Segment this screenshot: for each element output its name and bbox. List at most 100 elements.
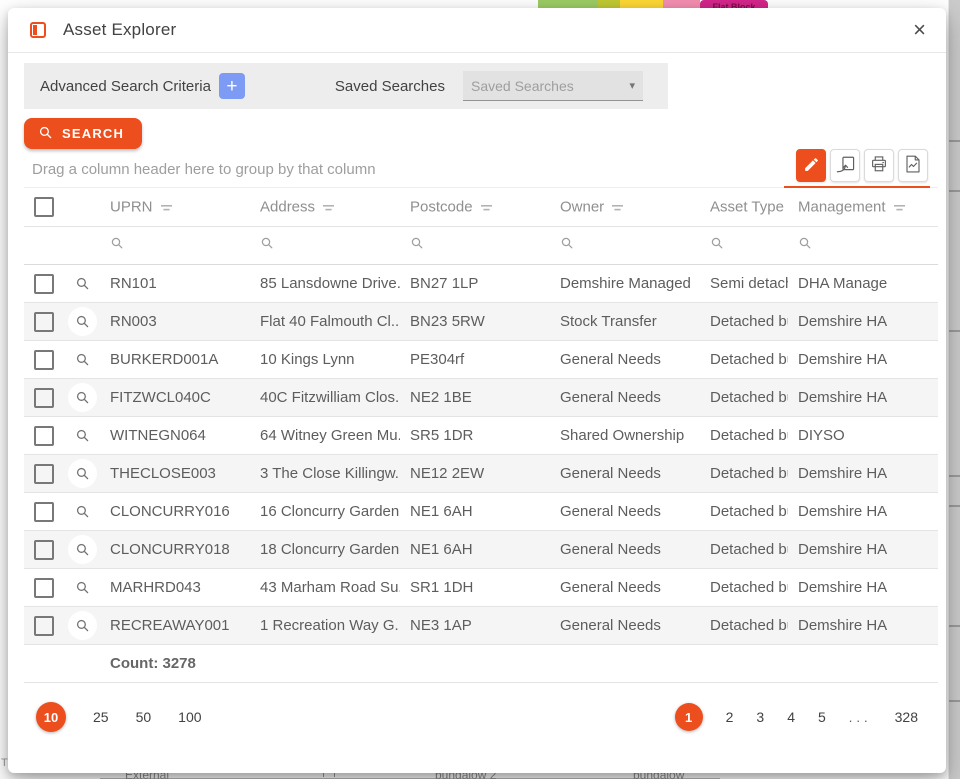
advanced-search-bar: Advanced Search Criteria + Saved Searche… (24, 63, 668, 109)
row-checkbox[interactable] (34, 578, 54, 598)
table-row: WITNEGN06464 Witney Green Mu...SR5 1DRSh… (24, 417, 938, 455)
view-asset-button[interactable] (68, 497, 97, 526)
select-all-checkbox[interactable] (34, 197, 54, 217)
cell-uprn: BURKERD001A (100, 341, 250, 379)
row-checkbox[interactable] (34, 464, 54, 484)
page-scrollbar[interactable] (948, 0, 960, 779)
cell-management: DIYSO (788, 417, 938, 455)
row-checkbox[interactable] (34, 388, 54, 408)
filter-input-uprn[interactable] (100, 227, 250, 265)
print-button[interactable] (864, 149, 894, 182)
cell-address: 10 Kings Lynn (250, 341, 400, 379)
header-filter-icon[interactable] (160, 199, 173, 216)
row-checkbox[interactable] (34, 312, 54, 332)
saved-searches-placeholder: Saved Searches (471, 78, 574, 94)
asset-explorer-dialog: Asset Explorer × Advanced Search Criteri… (8, 8, 946, 773)
view-asset-button[interactable] (68, 535, 97, 564)
cell-postcode: NE1 6AH (400, 531, 550, 569)
column-header-address[interactable]: Address (250, 188, 400, 227)
column-header-uprn[interactable]: UPRN (100, 188, 250, 227)
edit-button[interactable] (796, 149, 826, 182)
page-size-100[interactable]: 100 (178, 709, 201, 725)
cell-uprn: CLONCURRY016 (100, 493, 250, 531)
close-icon[interactable]: × (909, 17, 930, 43)
header-filter-icon[interactable] (893, 199, 906, 216)
header-filter-icon[interactable] (322, 199, 335, 216)
column-label: Asset Type (710, 199, 784, 216)
cell-owner: General Needs (550, 379, 700, 417)
filter-input-owner[interactable] (550, 227, 700, 265)
column-header-owner[interactable]: Owner (550, 188, 700, 227)
pager-ellipsis: ... (849, 710, 872, 725)
row-checkbox[interactable] (34, 350, 54, 370)
page-size-50[interactable]: 50 (136, 709, 152, 725)
view-asset-button[interactable] (68, 611, 97, 640)
detail-column-header (64, 188, 100, 227)
view-asset-button[interactable] (68, 269, 97, 298)
row-checkbox[interactable] (34, 274, 54, 294)
view-asset-button[interactable] (68, 573, 97, 602)
cell-asset-type: Detached bungalow 2 (700, 455, 788, 493)
add-criteria-button[interactable]: + (219, 73, 245, 99)
filter-input-asset-type[interactable] (700, 227, 788, 265)
header-filter-icon[interactable] (611, 199, 624, 216)
column-label: Address (260, 199, 315, 216)
cell-owner: General Needs (550, 493, 700, 531)
view-asset-button[interactable] (68, 383, 97, 412)
page-5[interactable]: 5 (818, 709, 826, 725)
row-checkbox[interactable] (34, 616, 54, 636)
search-icon (798, 237, 812, 254)
cell-postcode: BN27 1LP (400, 265, 550, 303)
cell-management: Demshire HA (788, 341, 938, 379)
page-4[interactable]: 4 (787, 709, 795, 725)
export-selected-icon (836, 156, 855, 176)
column-label: UPRN (110, 199, 153, 216)
column-header-management[interactable]: Management (788, 188, 938, 227)
background-pie-slice (663, 0, 700, 8)
export-selected-button[interactable] (830, 149, 860, 182)
page-size-selector: 10 25 50 100 (36, 702, 202, 732)
view-asset-button[interactable] (68, 307, 97, 336)
cell-address: 18 Cloncurry Garden... (250, 531, 400, 569)
view-asset-button[interactable] (68, 459, 97, 488)
search-icon (38, 125, 53, 143)
page-328[interactable]: 328 (895, 709, 918, 725)
saved-searches-select[interactable]: Saved Searches ▾ (463, 71, 643, 101)
cell-uprn: CLONCURRY018 (100, 531, 250, 569)
cell-owner: Demshire Managed (550, 265, 700, 303)
row-checkbox[interactable] (34, 426, 54, 446)
cell-asset-type: Detached bungalow 2 (700, 493, 788, 531)
page-3[interactable]: 3 (756, 709, 764, 725)
view-asset-button[interactable] (68, 345, 97, 374)
search-icon (260, 237, 274, 254)
page-size-25[interactable]: 25 (93, 709, 109, 725)
table-row: FITZWCL040C40C Fitzwilliam Clos...NE2 1B… (24, 379, 938, 417)
page-2[interactable]: 2 (726, 709, 734, 725)
filter-input-address[interactable] (250, 227, 400, 265)
cell-owner: General Needs (550, 607, 700, 645)
accent-divider (784, 186, 930, 188)
cell-owner: General Needs (550, 341, 700, 379)
page-size-10[interactable]: 10 (36, 702, 66, 732)
export-file-button[interactable] (898, 149, 928, 182)
page-1[interactable]: 1 (675, 703, 703, 731)
column-header-asset-type[interactable]: Asset Type (700, 188, 788, 227)
filter-input-postcode[interactable] (400, 227, 550, 265)
cell-postcode: SR5 1DR (400, 417, 550, 455)
table-row: CLONCURRY01616 Cloncurry Garden...NE1 6A… (24, 493, 938, 531)
dialog-body: Advanced Search Criteria + Saved Searche… (8, 53, 946, 773)
filter-input-management[interactable] (788, 227, 938, 265)
cell-management: Demshire HA (788, 303, 938, 341)
row-checkbox[interactable] (34, 540, 54, 560)
column-label: Management (798, 199, 886, 216)
dialog-header: Asset Explorer × (8, 8, 946, 53)
column-header-postcode[interactable]: Postcode (400, 188, 550, 227)
cell-owner: General Needs (550, 569, 700, 607)
header-filter-icon[interactable] (480, 199, 493, 216)
export-file-icon (905, 155, 921, 176)
row-checkbox[interactable] (34, 502, 54, 522)
chevron-down-icon: ▾ (629, 79, 635, 92)
filter-cell-empty (24, 227, 64, 265)
search-button[interactable]: SEARCH (24, 118, 142, 149)
view-asset-button[interactable] (68, 421, 97, 450)
